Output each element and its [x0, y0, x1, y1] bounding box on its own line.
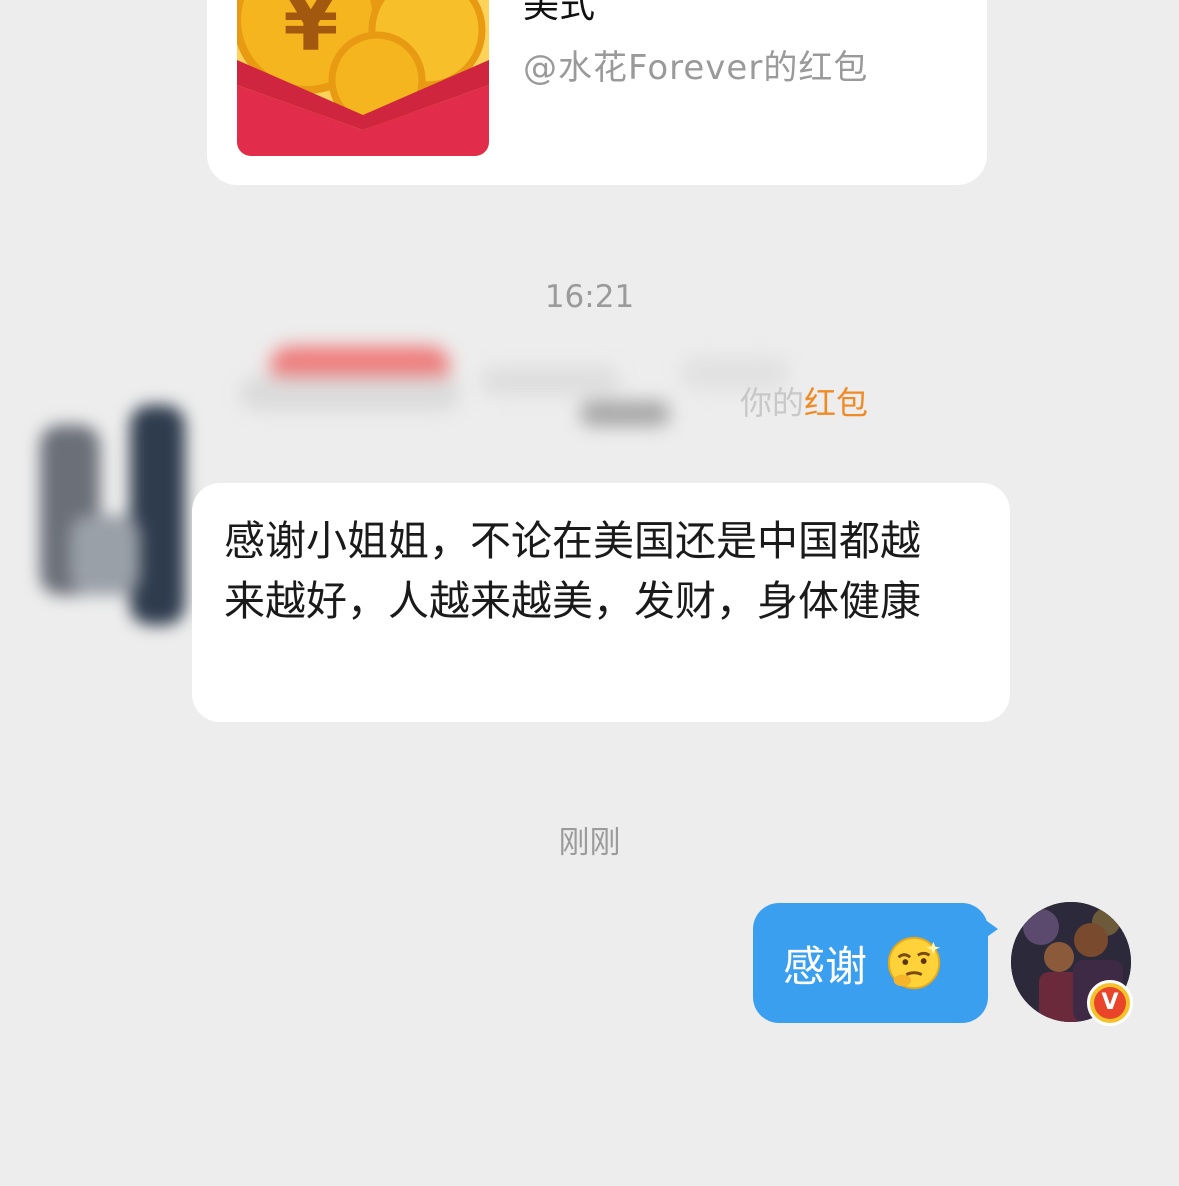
incoming-message-bubble[interactable]: 感谢小姐姐，不论在美国还是中国都越来越好，人越来越美，发财，身体健康 — [192, 483, 1010, 722]
red-packet-title: 美式 — [523, 0, 596, 26]
sender-avatar-redacted[interactable] — [30, 395, 210, 635]
red-envelope-coins-icon: ¥ — [237, 0, 489, 156]
verified-badge-icon: V — [1087, 980, 1133, 1026]
chat-screen: ¥ 美式 @水花Forever的红包 16:21 你的红包 感谢小姐姐，不论在美… — [0, 0, 1179, 1186]
notice-red-packet-link[interactable]: 红包 — [804, 384, 868, 422]
notice-suffix: 你的 — [740, 384, 805, 422]
timestamp-second: 刚刚 — [558, 825, 621, 861]
timestamp-first: 16:21 — [544, 279, 635, 315]
svg-text:¥: ¥ — [283, 0, 339, 69]
outgoing-message-text: 感谢 — [783, 941, 868, 991]
red-packet-sender: @水花Forever的红包 — [523, 48, 869, 88]
verified-v: V — [1094, 987, 1126, 1019]
red-packet-card[interactable]: ¥ 美式 @水花Forever的红包 — [207, 0, 987, 185]
outgoing-message-bubble[interactable]: 感谢 — [753, 903, 998, 1023]
thinking-emoji-icon — [887, 936, 941, 990]
notice-text: 你的红包 — [740, 378, 868, 424]
redacted-notice-text — [240, 346, 790, 426]
incoming-message-text: 感谢小姐姐，不论在美国还是中国都越来越好，人越来越美，发财，身体健康 — [224, 517, 921, 625]
